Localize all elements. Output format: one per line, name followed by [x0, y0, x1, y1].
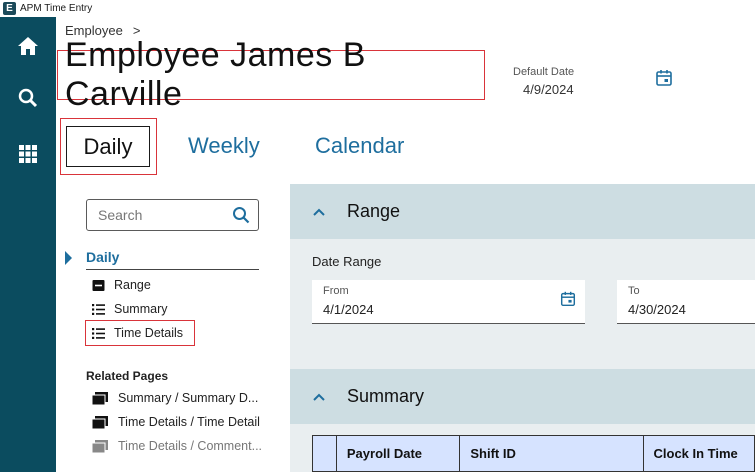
pages-icon [92, 415, 108, 429]
search-icon[interactable] [232, 206, 250, 224]
app-logo-icon: E [3, 2, 16, 15]
apps-grid-icon[interactable] [13, 139, 43, 169]
summary-section-header[interactable]: Summary [290, 369, 755, 424]
sidebar-item-label: Range [114, 278, 151, 292]
related-page-label: Time Details / Time Detail [118, 415, 260, 429]
default-date-label: Default Date [513, 66, 575, 78]
from-date-label: From [323, 285, 349, 297]
chevron-up-icon[interactable] [312, 390, 326, 404]
related-page-summary[interactable]: Summary / Summary D... [92, 388, 258, 408]
search-icon[interactable] [13, 83, 43, 113]
summary-section-title: Summary [347, 386, 425, 406]
related-pages-heading: Related Pages [86, 369, 169, 383]
related-page-label: Time Details / Comment... [118, 439, 263, 453]
sidebar-item-label: Time Details [114, 326, 183, 340]
related-page-time-detail[interactable]: Time Details / Time Detail [92, 412, 260, 432]
form-icon [92, 279, 105, 291]
window-title: APM Time Entry [20, 3, 93, 14]
default-date-value: 4/9/2024 [523, 82, 574, 97]
page-title: Employee James B Carville [57, 36, 485, 113]
nav-rail [0, 17, 56, 472]
range-section-title: Range [347, 201, 401, 221]
select-column-header[interactable] [313, 436, 337, 471]
sidebar-search-input[interactable]: Search [86, 199, 259, 231]
column-header-clock-in-time[interactable]: Clock In Time [644, 436, 755, 471]
sidebar-item-time-details[interactable]: Time Details [92, 323, 183, 343]
summary-table-header: Payroll Date Shift ID Clock In Time [312, 435, 755, 472]
main-content: Range Date Range From 4/1/2024 To 4/30/2… [290, 184, 755, 472]
from-date-value: 4/1/2024 [323, 302, 374, 317]
chevron-up-icon[interactable] [312, 205, 326, 219]
tab-weekly[interactable]: Weekly [188, 133, 260, 159]
list-icon [92, 327, 105, 339]
column-header-shift-id[interactable]: Shift ID [460, 436, 644, 471]
title-bar: E APM Time Entry [0, 0, 755, 17]
current-section-marker-icon [65, 251, 72, 265]
pages-icon [92, 439, 108, 453]
tab-calendar[interactable]: Calendar [315, 133, 404, 159]
range-section-header[interactable]: Range [290, 184, 755, 239]
related-page-label: Summary / Summary D... [118, 391, 259, 405]
search-placeholder: Search [98, 207, 143, 223]
to-date-field[interactable]: To 4/30/2024 [617, 280, 755, 324]
date-range-label: Date Range [312, 254, 382, 269]
list-icon [92, 303, 105, 315]
sidebar-item-summary[interactable]: Summary [92, 299, 167, 319]
tab-daily[interactable]: Daily [66, 126, 150, 167]
sidebar-item-range[interactable]: Range [92, 275, 151, 295]
related-page-comments[interactable]: Time Details / Comment... [92, 436, 262, 456]
to-date-value: 4/30/2024 [628, 302, 686, 317]
from-date-field[interactable]: From 4/1/2024 [312, 280, 585, 324]
pages-icon [92, 391, 108, 405]
page-sidebar: Search Daily Range Summary Time Details … [65, 184, 280, 472]
sidebar-item-label: Summary [114, 302, 168, 316]
column-header-payroll-date[interactable]: Payroll Date [337, 436, 461, 471]
calendar-icon[interactable] [559, 290, 577, 308]
to-date-label: To [628, 285, 640, 297]
sidebar-section-daily[interactable]: Daily [86, 249, 259, 270]
home-icon[interactable] [13, 31, 43, 61]
calendar-icon[interactable] [654, 68, 674, 88]
